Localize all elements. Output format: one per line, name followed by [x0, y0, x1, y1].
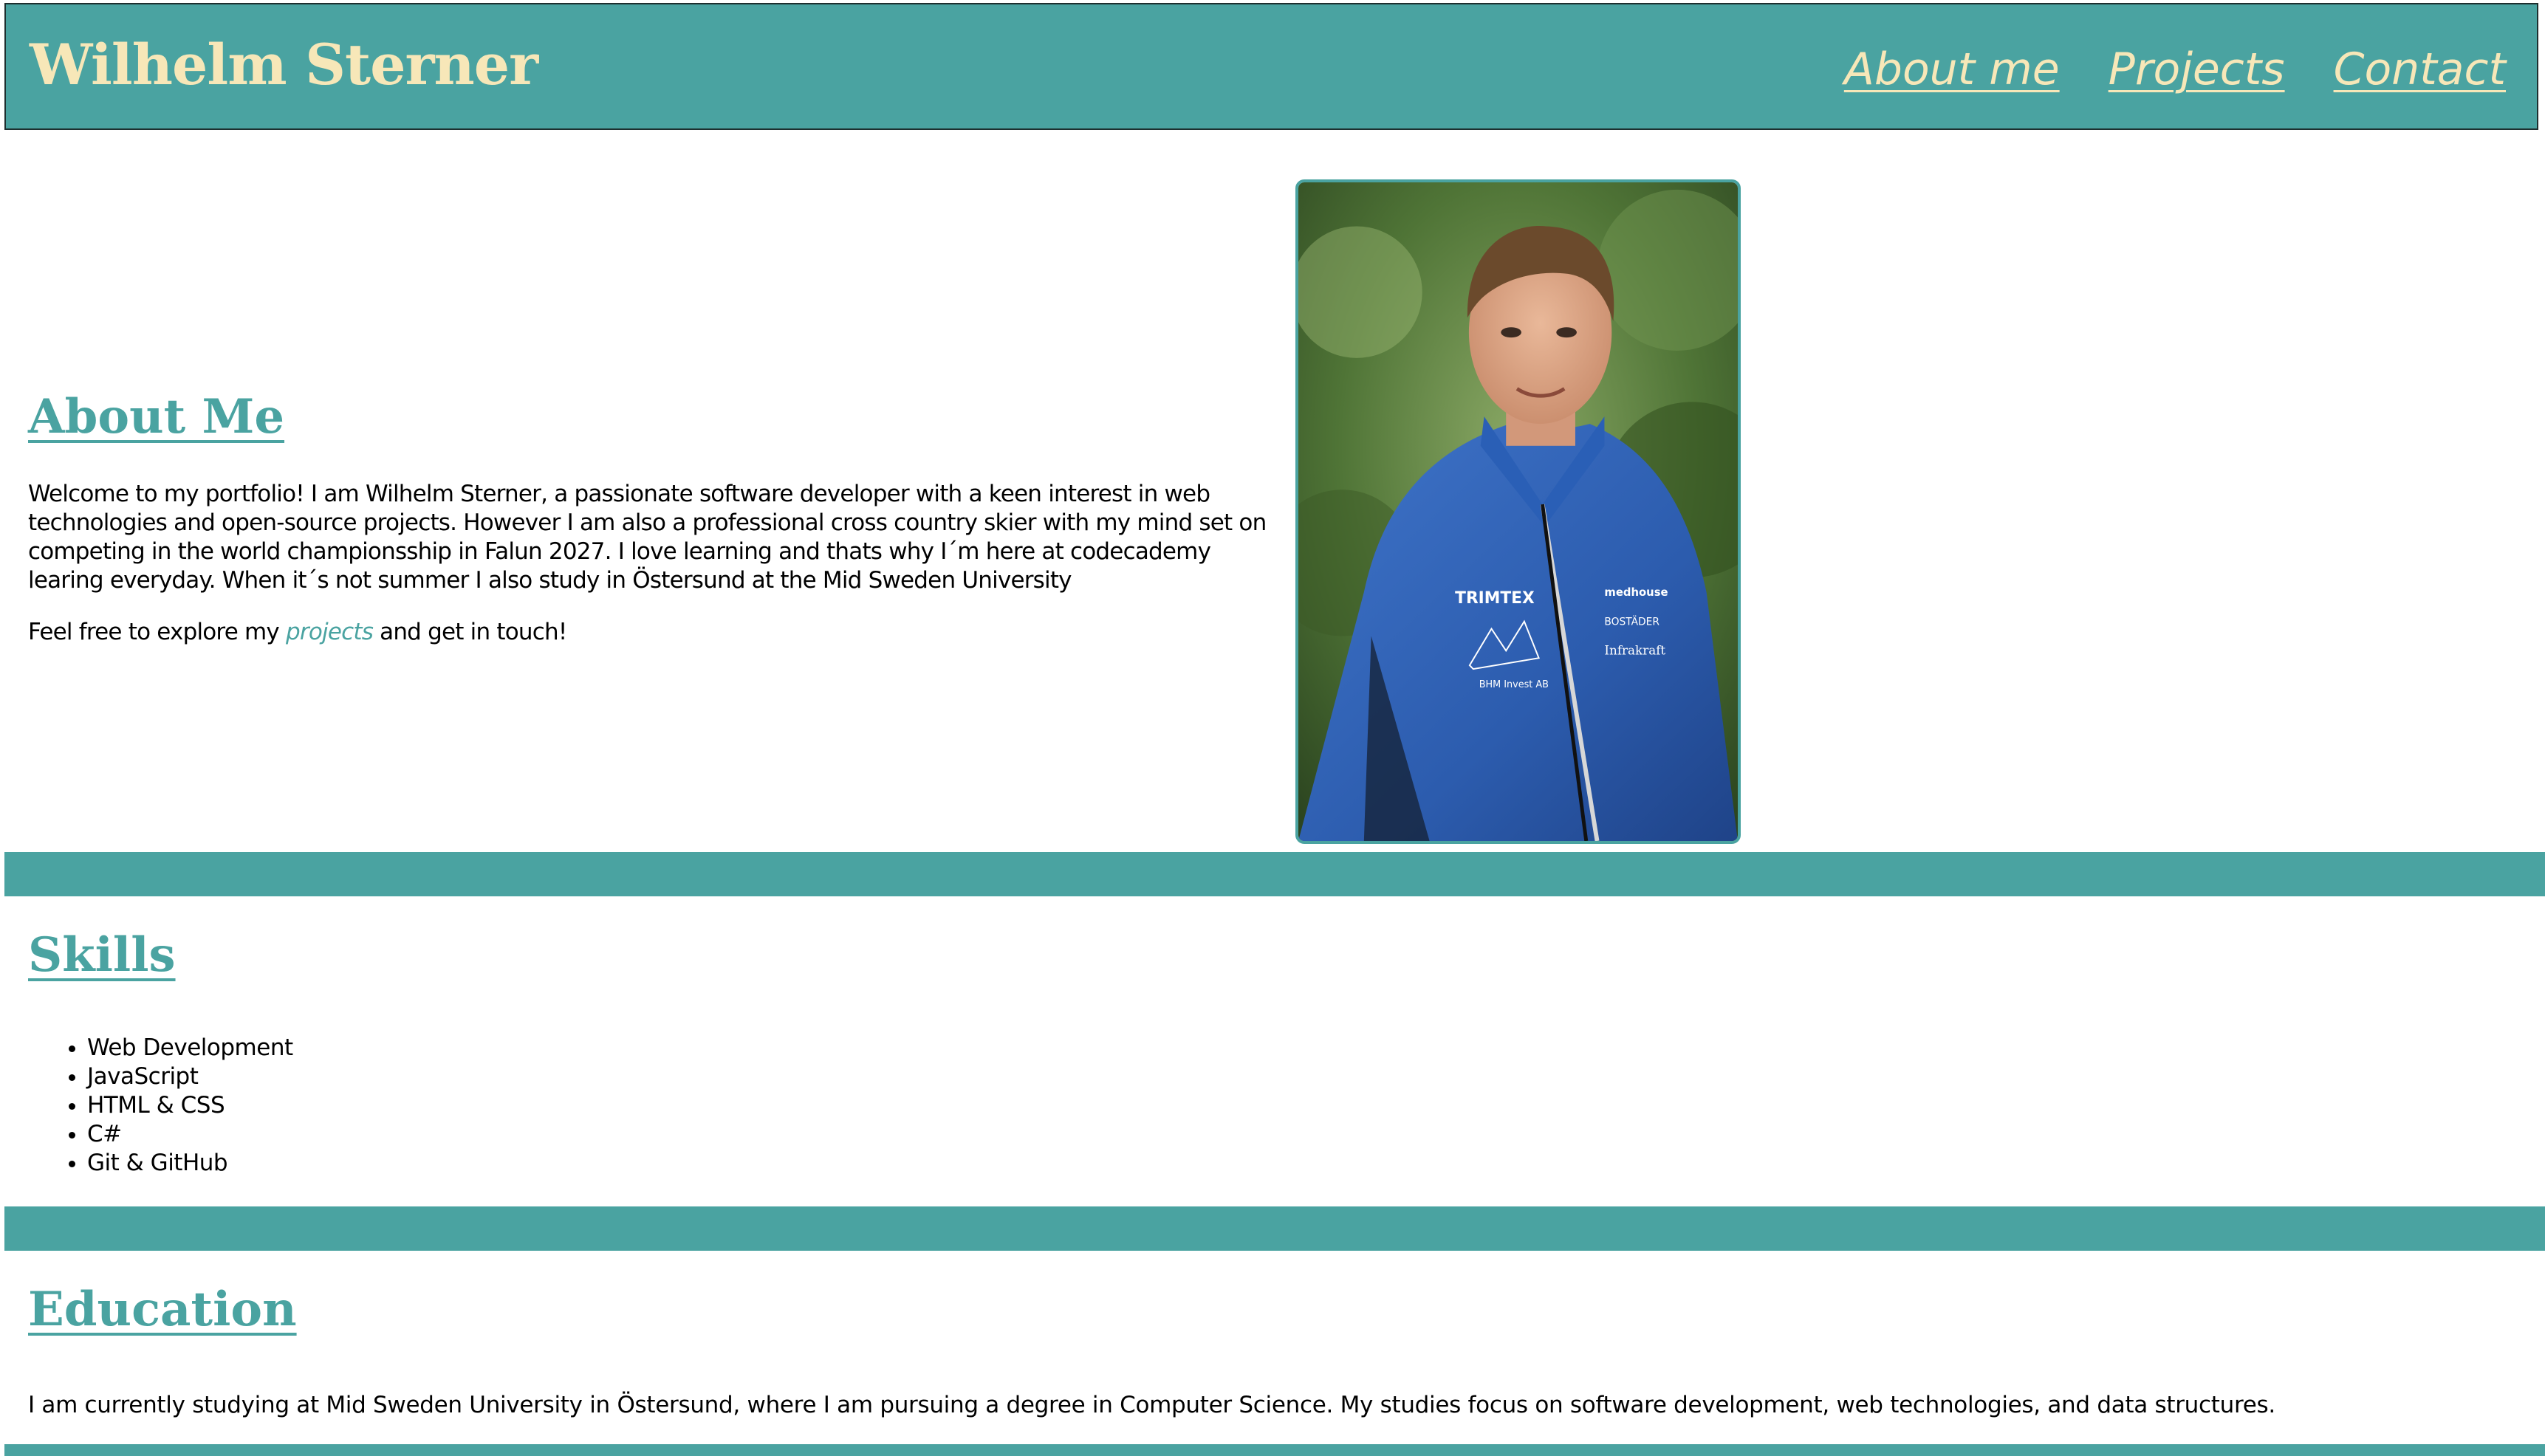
site-title: Wilhelm Sterner [30, 32, 538, 97]
explore-suffix: and get in touch! [373, 619, 567, 645]
skills-list: Web Development JavaScript HTML & CSS C#… [28, 1034, 293, 1178]
list-item: C# [87, 1120, 293, 1149]
list-item: Web Development [87, 1034, 293, 1062]
jacket-text-infrakraft: Infrakraft [1604, 642, 1665, 657]
explore-prefix: Feel free to explore my [28, 619, 287, 645]
about-paragraph: Welcome to my portfolio! I am Wilhelm St… [28, 481, 1267, 594]
about-heading: About Me [28, 389, 285, 444]
projects-link[interactable]: projects [286, 619, 374, 645]
site-header: Wilhelm Sterner About me Projects Contac… [4, 3, 2538, 130]
jacket-text-bhm: BHM Invest AB [1479, 679, 1549, 690]
profile-photo: TRIMTEX BHM Invest AB medhouse BOSTÄDER … [1295, 179, 1741, 844]
nav-link-contact[interactable]: Contact [2334, 43, 2506, 96]
main-nav: About me Projects Contact [1844, 43, 2506, 96]
jacket-text-bostader: BOSTÄDER [1604, 615, 1659, 628]
jacket-text-trimtex: TRIMTEX [1455, 589, 1535, 608]
section-divider [4, 852, 2545, 896]
jacket-text-medhouse: medhouse [1604, 586, 1668, 599]
education-paragraph: I am currently studying at Mid Sweden Un… [28, 1392, 2275, 1418]
section-divider [4, 1444, 2545, 1456]
explore-paragraph: Feel free to explore my projects and get… [28, 618, 567, 647]
education-heading: Education [28, 1282, 297, 1337]
skills-heading: Skills [28, 927, 176, 983]
section-divider [4, 1206, 2545, 1251]
list-item: HTML & CSS [87, 1091, 293, 1120]
list-item: JavaScript [87, 1062, 293, 1091]
nav-link-about-me[interactable]: About me [1844, 43, 2060, 96]
list-item: Git & GitHub [87, 1149, 293, 1178]
nav-link-projects[interactable]: Projects [2109, 43, 2285, 96]
